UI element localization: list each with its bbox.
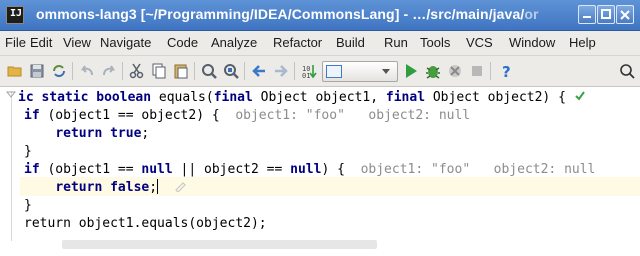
replace-icon[interactable] [222, 62, 240, 80]
menu-build[interactable]: Build [336, 35, 365, 50]
menu-vcs[interactable]: VCS [466, 35, 493, 50]
menu-refactor[interactable]: Refactor [273, 35, 322, 50]
text-caret [157, 179, 159, 194]
paste-icon[interactable] [172, 62, 190, 80]
help-icon[interactable]: ? [498, 62, 516, 80]
code-line-1[interactable]: ic static boolean equals(final Object ob… [18, 89, 586, 107]
maximize-icon [601, 9, 611, 19]
code-line-4[interactable]: } [24, 143, 32, 161]
find-icon[interactable] [200, 62, 218, 80]
svg-text:?: ? [502, 63, 511, 80]
check-icon [575, 91, 585, 101]
coverage-icon[interactable] [446, 62, 464, 80]
horizontal-scrollbar[interactable] [62, 240, 377, 249]
close-button[interactable] [616, 5, 634, 24]
fold-marker-icon [6, 91, 16, 98]
toolbar-separator [72, 62, 73, 80]
run-config-dropdown[interactable] [322, 61, 398, 82]
code-line-5[interactable]: if (object1 == null || object2 == null) … [24, 161, 595, 179]
menu-help[interactable]: Help [569, 35, 596, 50]
inline-debug-hint: object1: "foo" object2: null [235, 108, 471, 123]
redo-icon[interactable] [100, 62, 118, 80]
edit-pencil-icon [174, 182, 186, 193]
app-icon[interactable]: IJ [6, 6, 24, 24]
title-bar: IJ ommons-lang3 [~/Programming/IDEA/Comm… [0, 0, 640, 31]
minimize-icon [583, 16, 591, 18]
build-icon[interactable]: 1001 [300, 62, 318, 80]
menu-view[interactable]: View [63, 35, 91, 50]
menu-code[interactable]: Code [167, 35, 198, 50]
window-title: ommons-lang3 [~/Programming/IDEA/Commons… [36, 6, 539, 22]
menu-bar: File Edit View Navigate Code Analyze Ref… [0, 31, 640, 56]
save-icon[interactable] [28, 62, 46, 80]
undo-icon[interactable] [78, 62, 96, 80]
menu-window[interactable]: Window [509, 35, 555, 50]
menu-tools[interactable]: Tools [420, 35, 450, 50]
open-folder-icon[interactable] [6, 62, 24, 80]
debug-icon[interactable] [424, 62, 442, 80]
cut-icon[interactable] [128, 62, 146, 80]
maximize-button[interactable] [597, 5, 615, 24]
search-icon[interactable] [618, 62, 636, 80]
forward-icon[interactable] [272, 62, 290, 80]
toolbar-separator [244, 62, 245, 80]
svg-text:01: 01 [302, 72, 310, 80]
toolbar-separator [490, 62, 491, 80]
run-icon[interactable] [402, 62, 420, 80]
toolbar-separator [122, 62, 123, 80]
toolbar-separator [294, 62, 295, 80]
menu-navigate[interactable]: Navigate [100, 35, 151, 50]
chevron-down-icon [382, 69, 390, 74]
fold-guide [11, 91, 12, 241]
inline-debug-hint: object1: "foo" object2: null [360, 162, 596, 177]
code-line-3[interactable]: return true; [24, 125, 149, 143]
menu-file[interactable]: File [5, 35, 26, 50]
editor-gutter [0, 87, 20, 256]
code-editor[interactable]: ic static boolean equals(final Object ob… [0, 87, 640, 256]
window-title-text: ommons-lang3 [~/Programming/IDEA/Commons… [36, 6, 525, 22]
stop-icon[interactable] [468, 62, 486, 80]
back-icon[interactable] [250, 62, 268, 80]
code-line-7[interactable]: } [24, 197, 32, 215]
sync-icon[interactable] [50, 62, 68, 80]
run-config-icon [326, 65, 342, 78]
code-line-6[interactable]: return false; [24, 179, 186, 197]
code-line-2[interactable]: if (object1 == object2) { object1: "foo"… [24, 107, 470, 125]
menu-analyze[interactable]: Analyze [211, 35, 257, 50]
menu-edit[interactable]: Edit [30, 35, 52, 50]
window-title-faded: or [524, 6, 539, 22]
code-line-8[interactable]: return object1.equals(object2); [24, 215, 267, 233]
menu-run[interactable]: Run [384, 35, 408, 50]
copy-icon[interactable] [150, 62, 168, 80]
toolbar: 10 01 ? [0, 56, 640, 87]
close-icon [620, 10, 630, 20]
toolbar-separator [194, 62, 195, 80]
minimize-button[interactable] [578, 5, 596, 24]
